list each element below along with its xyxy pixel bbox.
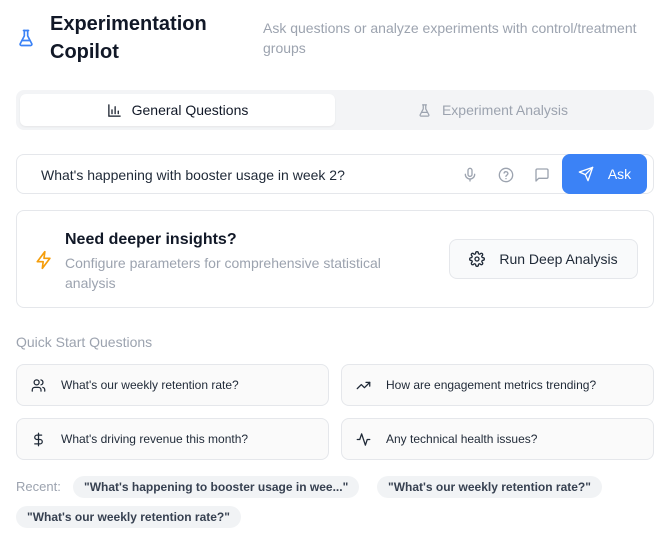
quick-start-item[interactable]: What's our weekly retention rate? <box>16 364 329 406</box>
trending-up-icon <box>355 377 371 393</box>
ask-button[interactable]: Ask <box>562 154 647 194</box>
flask-icon <box>16 27 36 49</box>
message-square-icon[interactable] <box>532 165 552 185</box>
ask-label: Ask <box>607 166 632 182</box>
dollar-sign-icon <box>30 431 46 447</box>
users-icon <box>30 377 46 393</box>
tab-label: Experiment Analysis <box>441 102 569 118</box>
run-deep-analysis-label: Run Deep Analysis <box>499 251 618 267</box>
gear-icon <box>469 251 486 267</box>
app-header: Experimentation Copilot Ask questions or… <box>16 8 656 72</box>
mode-tabs: General Questions Experiment Analysis <box>16 90 654 130</box>
quick-start-item[interactable]: Any technical health issues? <box>341 418 654 460</box>
activity-icon <box>355 431 371 447</box>
bolt-icon <box>34 249 54 271</box>
recent-chip[interactable]: "What's our weekly retention rate?" <box>377 476 602 498</box>
help-circle-icon[interactable] <box>496 165 516 185</box>
tab-experiment-analysis[interactable]: Experiment Analysis <box>335 94 650 126</box>
quick-start-label: How are engagement metrics trending? <box>386 378 597 392</box>
send-icon <box>578 166 594 182</box>
app-subtitle: Ask questions or analyze experiments wit… <box>263 20 637 56</box>
insights-title: Need deeper insights? <box>65 231 237 248</box>
query-bar: Ask <box>16 154 654 194</box>
microphone-icon[interactable] <box>460 165 480 185</box>
quick-start-item[interactable]: What's driving revenue this month? <box>16 418 329 460</box>
recent-chip[interactable]: "What's happening to booster usage in we… <box>73 476 360 498</box>
insights-description: Configure parameters for comprehensive s… <box>65 255 381 291</box>
recent-chip[interactable]: "What's our weekly retention rate?" <box>16 506 241 528</box>
bar-chart-icon <box>107 103 121 117</box>
quick-start-label: What's driving revenue this month? <box>61 432 249 446</box>
recent-label: Recent: <box>16 479 61 494</box>
quick-start-label: Any technical health issues? <box>386 432 538 446</box>
quick-start-heading: Quick Start Questions <box>16 334 153 350</box>
insights-card: Need deeper insights? Configure paramete… <box>16 210 654 308</box>
query-input[interactable] <box>41 165 451 185</box>
app-title: Experimentation Copilot <box>50 13 207 63</box>
run-deep-analysis-button[interactable]: Run Deep Analysis <box>449 239 638 279</box>
flask-icon <box>419 103 430 117</box>
tab-label: General Questions <box>131 102 249 118</box>
tab-general-questions[interactable]: General Questions <box>20 94 335 126</box>
quick-start-item[interactable]: How are engagement metrics trending? <box>341 364 654 406</box>
quick-start-label: What's our weekly retention rate? <box>61 378 239 392</box>
